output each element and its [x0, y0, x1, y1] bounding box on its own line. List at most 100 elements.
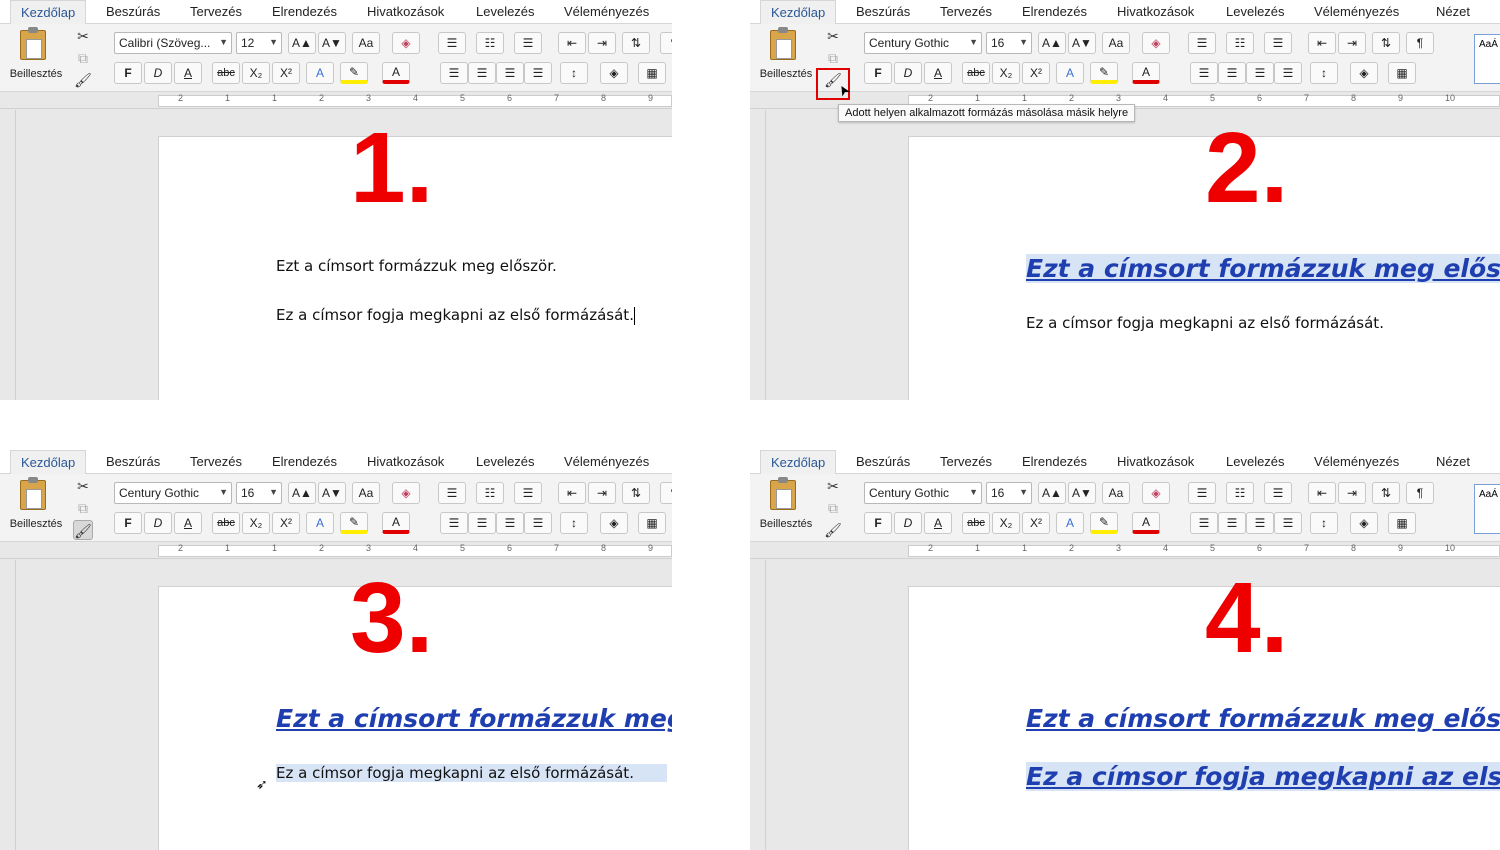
- font-color-button[interactable]: A: [1132, 512, 1160, 534]
- justify-button[interactable]: ☰: [1274, 62, 1302, 84]
- tab-0[interactable]: Kezdőlap: [10, 450, 87, 475]
- strikethrough-button[interactable]: abc: [962, 512, 990, 534]
- font-name-select[interactable]: Century Gothic ▼: [864, 32, 982, 54]
- copy-icon[interactable]: ⧉: [823, 48, 843, 68]
- numbering-button[interactable]: ☷: [476, 482, 504, 504]
- styles-gallery[interactable]: AaÁ: [1474, 484, 1500, 534]
- line-spacing-button[interactable]: ↕: [1310, 62, 1338, 84]
- justify-button[interactable]: ☰: [1274, 512, 1302, 534]
- show-marks-button[interactable]: ¶: [660, 32, 672, 54]
- multilevel-button[interactable]: ☰: [1264, 32, 1292, 54]
- increase-indent-button[interactable]: ⇥: [1338, 32, 1366, 54]
- change-case-button[interactable]: Aa: [1102, 482, 1130, 504]
- align-left-button[interactable]: ☰: [1190, 512, 1218, 534]
- text-effects-button[interactable]: A: [306, 62, 334, 84]
- font-name-select[interactable]: Century Gothic ▼: [114, 482, 232, 504]
- decrease-indent-button[interactable]: ⇤: [1308, 32, 1336, 54]
- change-case-button[interactable]: Aa: [352, 482, 380, 504]
- tab-4[interactable]: Hivatkozások: [1117, 0, 1194, 24]
- tab-2[interactable]: Tervezés: [940, 0, 992, 24]
- align-center-button[interactable]: ☰: [1218, 512, 1246, 534]
- align-right-button[interactable]: ☰: [496, 512, 524, 534]
- bullets-button[interactable]: ☰: [438, 482, 466, 504]
- tab-6[interactable]: Véleményezés: [564, 0, 649, 24]
- tab-7[interactable]: Nézet: [1436, 0, 1470, 24]
- underline-button[interactable]: A: [924, 512, 952, 534]
- grow-font-button[interactable]: A▲: [1038, 32, 1066, 54]
- tab-6[interactable]: Véleményezés: [1314, 450, 1399, 474]
- align-left-button[interactable]: ☰: [440, 512, 468, 534]
- line-spacing-button[interactable]: ↕: [560, 512, 588, 534]
- highlight-button[interactable]: ✎: [340, 62, 368, 84]
- tab-3[interactable]: Elrendezés: [1022, 450, 1087, 474]
- paste-button[interactable]: Beillesztés: [756, 477, 816, 534]
- align-right-button[interactable]: ☰: [1246, 62, 1274, 84]
- cut-icon[interactable]: ✂: [823, 476, 843, 496]
- bullets-button[interactable]: ☰: [438, 32, 466, 54]
- cut-icon[interactable]: ✂: [73, 476, 93, 496]
- cut-icon[interactable]: ✂: [823, 26, 843, 46]
- align-right-button[interactable]: ☰: [496, 62, 524, 84]
- clear-formatting-button[interactable]: ◈: [392, 482, 420, 504]
- numbering-button[interactable]: ☷: [1226, 32, 1254, 54]
- subscript-button[interactable]: X₂: [992, 62, 1020, 84]
- font-color-button[interactable]: A: [382, 512, 410, 534]
- italic-button[interactable]: D: [144, 512, 172, 534]
- copy-icon[interactable]: ⧉: [823, 498, 843, 518]
- sort-button[interactable]: ⇅: [622, 32, 650, 54]
- highlight-button[interactable]: ✎: [340, 512, 368, 534]
- align-right-button[interactable]: ☰: [1246, 512, 1274, 534]
- borders-button[interactable]: ▦: [638, 512, 666, 534]
- increase-indent-button[interactable]: ⇥: [588, 482, 616, 504]
- tab-0[interactable]: Kezdőlap: [760, 450, 837, 475]
- increase-indent-button[interactable]: ⇥: [1338, 482, 1366, 504]
- format-painter-icon[interactable]: 🖌: [823, 520, 843, 540]
- tab-1[interactable]: Beszúrás: [106, 0, 160, 24]
- tab-2[interactable]: Tervezés: [190, 0, 242, 24]
- tab-5[interactable]: Levelezés: [476, 0, 535, 24]
- tab-4[interactable]: Hivatkozások: [367, 0, 444, 24]
- tab-3[interactable]: Elrendezés: [272, 0, 337, 24]
- shading-button[interactable]: ◈: [600, 512, 628, 534]
- borders-button[interactable]: ▦: [1388, 62, 1416, 84]
- copy-icon[interactable]: ⧉: [73, 498, 93, 518]
- clear-formatting-button[interactable]: ◈: [1142, 482, 1170, 504]
- font-color-button[interactable]: A: [382, 62, 410, 84]
- decrease-indent-button[interactable]: ⇤: [1308, 482, 1336, 504]
- highlight-button[interactable]: ✎: [1090, 512, 1118, 534]
- align-center-button[interactable]: ☰: [1218, 62, 1246, 84]
- subscript-button[interactable]: X₂: [992, 512, 1020, 534]
- format-painter-icon[interactable]: 🖌: [73, 70, 93, 90]
- change-case-button[interactable]: Aa: [1102, 32, 1130, 54]
- align-left-button[interactable]: ☰: [440, 62, 468, 84]
- sort-button[interactable]: ⇅: [1372, 482, 1400, 504]
- decrease-indent-button[interactable]: ⇤: [558, 32, 586, 54]
- tab-2[interactable]: Tervezés: [190, 450, 242, 474]
- multilevel-button[interactable]: ☰: [514, 482, 542, 504]
- font-name-select[interactable]: Calibri (Szöveg... ▼: [114, 32, 232, 54]
- italic-button[interactable]: D: [894, 62, 922, 84]
- clear-formatting-button[interactable]: ◈: [1142, 32, 1170, 54]
- numbering-button[interactable]: ☷: [476, 32, 504, 54]
- align-left-button[interactable]: ☰: [1190, 62, 1218, 84]
- tab-7[interactable]: Nézet: [1436, 450, 1470, 474]
- underline-button[interactable]: A: [174, 62, 202, 84]
- shrink-font-button[interactable]: A▼: [318, 32, 346, 54]
- paste-button[interactable]: Beillesztés: [6, 27, 66, 84]
- show-marks-button[interactable]: ¶: [660, 482, 672, 504]
- bold-button[interactable]: F: [114, 512, 142, 534]
- text-effects-button[interactable]: A: [1056, 62, 1084, 84]
- bold-button[interactable]: F: [864, 62, 892, 84]
- font-size-select[interactable]: 12 ▼: [236, 32, 282, 54]
- decrease-indent-button[interactable]: ⇤: [558, 482, 586, 504]
- bullets-button[interactable]: ☰: [1188, 32, 1216, 54]
- bold-button[interactable]: F: [864, 512, 892, 534]
- tab-1[interactable]: Beszúrás: [856, 0, 910, 24]
- tab-4[interactable]: Hivatkozások: [367, 450, 444, 474]
- superscript-button[interactable]: X²: [272, 512, 300, 534]
- shrink-font-button[interactable]: A▼: [1068, 32, 1096, 54]
- cut-icon[interactable]: ✂: [73, 26, 93, 46]
- italic-button[interactable]: D: [894, 512, 922, 534]
- font-color-button[interactable]: A: [1132, 62, 1160, 84]
- align-center-button[interactable]: ☰: [468, 512, 496, 534]
